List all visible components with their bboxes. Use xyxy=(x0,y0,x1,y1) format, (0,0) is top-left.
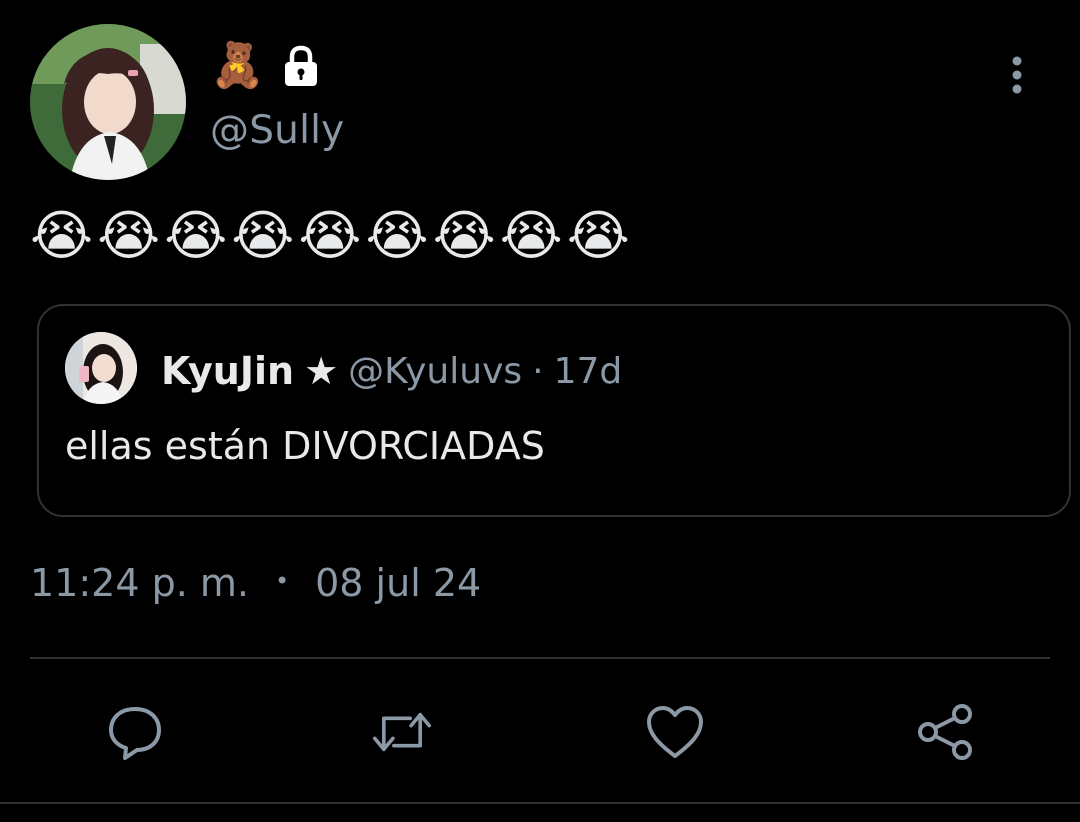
author-handle[interactable]: @Sully xyxy=(210,108,344,153)
separator-dot: · xyxy=(532,350,544,392)
bottom-divider xyxy=(0,802,1080,804)
tweet-text: 😭😭😭😭😭😭😭😭😭 xyxy=(30,204,634,267)
avatar-image xyxy=(30,24,186,180)
lock-icon xyxy=(279,44,323,88)
heart-icon xyxy=(647,706,703,758)
quoted-author-name[interactable]: KyuJin xyxy=(161,349,294,393)
quoted-author-handle[interactable]: @Kyuluvs xyxy=(348,351,522,392)
divider xyxy=(30,657,1050,659)
reply-button[interactable] xyxy=(105,702,165,762)
more-vertical-icon xyxy=(1012,56,1022,94)
avatar-image xyxy=(65,332,137,404)
star-icon: ★ xyxy=(304,349,339,393)
retweet-button[interactable] xyxy=(372,702,432,762)
more-options-button[interactable] xyxy=(996,54,1038,96)
quoted-author-avatar[interactable] xyxy=(65,332,137,404)
quoted-tweet-header: KyuJin ★ @Kyuluvs · 17d xyxy=(161,344,622,398)
quoted-tweet-card[interactable]: KyuJin ★ @Kyuluvs · 17d ellas están DIVO… xyxy=(37,304,1071,517)
tweet-timestamp: 11:24 p. m. • 08 jul 24 xyxy=(30,558,481,608)
separator-dot: • xyxy=(274,567,290,595)
like-button[interactable] xyxy=(645,702,705,762)
quoted-tweet-text: ellas están DIVORCIADAS xyxy=(65,424,545,468)
share-icon xyxy=(918,704,972,760)
tweet-time: 11:24 p. m. xyxy=(30,561,249,605)
retweet-icon xyxy=(372,712,432,752)
author-avatar[interactable] xyxy=(30,24,186,180)
author-name-row: 🧸 xyxy=(210,38,323,94)
share-button[interactable] xyxy=(916,702,976,762)
tweet-date: 08 jul 24 xyxy=(315,561,482,605)
teddy-bear-emoji: 🧸 xyxy=(210,40,265,91)
quoted-tweet-time: 17d xyxy=(553,350,623,392)
reply-icon xyxy=(109,707,161,760)
